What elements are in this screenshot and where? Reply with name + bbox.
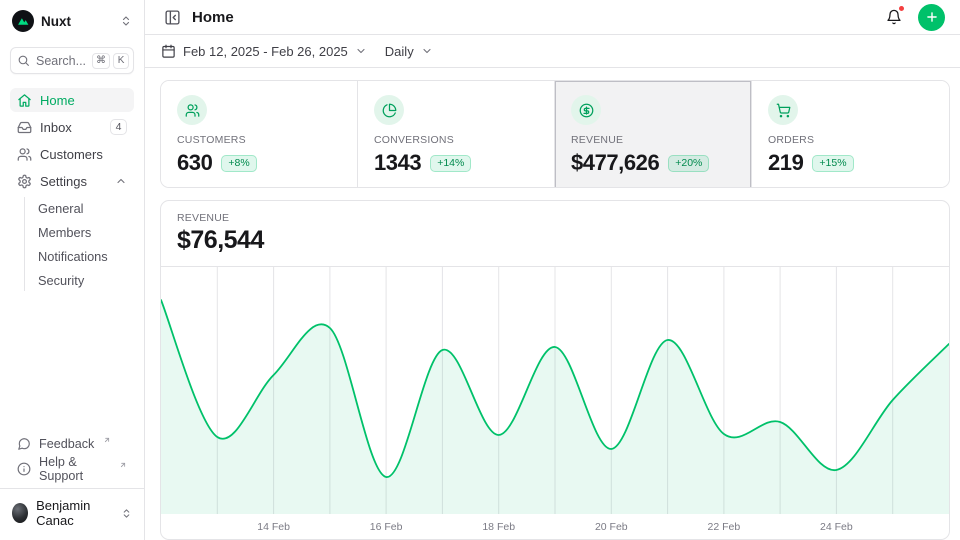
chart-header: REVENUE $76,544 — [161, 201, 949, 267]
dashboard-content: CUSTOMERS 630 +8% CONVERSIONS 1343 +14% — [145, 68, 960, 540]
sidebar-item-notifications[interactable]: Notifications — [25, 245, 134, 267]
search-icon — [17, 54, 30, 67]
stat-revenue[interactable]: REVENUE $477,626 +20% — [555, 81, 752, 188]
svg-text:18 Feb: 18 Feb — [482, 521, 515, 533]
svg-text:20 Feb: 20 Feb — [595, 521, 628, 533]
sidebar-item-label: Inbox — [40, 120, 72, 135]
stat-delta-badge: +20% — [668, 155, 709, 172]
svg-text:14 Feb: 14 Feb — [257, 521, 290, 533]
home-icon — [17, 93, 32, 108]
search-placeholder: Search... — [36, 54, 86, 68]
svg-text:16 Feb: 16 Feb — [370, 521, 403, 533]
date-range-label: Feb 12, 2025 - Feb 26, 2025 — [183, 44, 348, 59]
sidebar-item-general[interactable]: General — [25, 197, 134, 219]
chart-body: 14 Feb 16 Feb 18 Feb 20 Feb 22 Feb 24 Feb — [161, 267, 949, 539]
sidebar-item-label: Home — [40, 93, 75, 108]
sidebar-nav: Home Inbox 4 Customers Settings — [10, 88, 134, 291]
gear-icon — [17, 174, 32, 189]
stat-delta-badge: +14% — [430, 155, 471, 172]
page-title: Home — [192, 9, 234, 26]
sidebar-footer: Feedback Help & Support — [10, 433, 134, 488]
info-circle-icon — [17, 462, 31, 476]
chevron-up-icon — [115, 175, 127, 187]
calendar-icon — [161, 44, 176, 59]
stat-orders[interactable]: ORDERS 219 +15% — [752, 81, 949, 188]
stat-value: 630 — [177, 150, 212, 176]
panel-left-close-icon — [164, 9, 181, 26]
stat-label: CONVERSIONS — [374, 134, 538, 146]
chart-metric-value: $76,544 — [177, 226, 933, 255]
stat-label: ORDERS — [768, 134, 933, 146]
chevron-down-icon — [355, 45, 367, 57]
circle-dollar-icon — [571, 95, 601, 125]
stat-value: 1343 — [374, 150, 421, 176]
chat-bubble-icon — [17, 437, 31, 451]
sidebar-item-settings[interactable]: Settings — [10, 169, 134, 193]
period-label: Daily — [385, 44, 414, 59]
stat-value: 219 — [768, 150, 803, 176]
workspace-switcher[interactable]: Nuxt — [10, 0, 134, 42]
user-menu[interactable]: Benjamin Canac — [0, 488, 144, 540]
stat-conversions[interactable]: CONVERSIONS 1343 +14% — [358, 81, 555, 188]
kbd-k: K — [113, 53, 129, 69]
period-select[interactable]: Daily — [385, 44, 433, 59]
main-area: Home Feb 12, 2025 - Feb 26, 2025 — [145, 0, 960, 540]
sidebar: Nuxt Search... ⌘ K Home — [0, 0, 145, 540]
feedback-label: Feedback — [39, 437, 94, 451]
chart-pie-icon — [374, 95, 404, 125]
help-support-label: Help & Support — [39, 455, 110, 483]
add-button[interactable] — [918, 4, 945, 31]
external-link-icon — [103, 436, 111, 444]
stat-delta-badge: +15% — [812, 155, 853, 172]
sidebar-item-inbox[interactable]: Inbox 4 — [10, 115, 134, 139]
revenue-chart-card: REVENUE $76,544 14 Feb 16 Feb 18 Feb 20 Feb… — [160, 200, 950, 540]
stat-customers[interactable]: CUSTOMERS 630 +8% — [161, 81, 358, 188]
search-input[interactable]: Search... ⌘ K — [10, 47, 134, 74]
cart-icon — [768, 95, 798, 125]
sidebar-item-members[interactable]: Members — [25, 221, 134, 243]
kbd-meta: ⌘ — [92, 53, 110, 69]
inbox-icon — [17, 120, 32, 135]
date-range-picker[interactable]: Feb 12, 2025 - Feb 26, 2025 — [161, 44, 367, 59]
chevron-updown-icon — [121, 508, 132, 519]
nuxt-logo-icon — [12, 10, 34, 32]
notifications-button[interactable] — [882, 5, 906, 29]
sidebar-item-security[interactable]: Security — [25, 269, 134, 291]
workspace-name: Nuxt — [41, 14, 71, 29]
chevron-updown-icon — [120, 15, 132, 27]
revenue-chart[interactable]: 14 Feb 16 Feb 18 Feb 20 Feb 22 Feb 24 Feb — [161, 267, 949, 539]
inbox-count-badge: 4 — [110, 119, 127, 135]
user-name: Benjamin Canac — [36, 498, 113, 528]
external-link-icon — [119, 461, 127, 469]
chevron-down-icon — [421, 45, 433, 57]
notification-dot — [898, 5, 905, 12]
stat-delta-badge: +8% — [221, 155, 256, 172]
topbar: Home — [145, 0, 960, 35]
sidebar-item-label: Customers — [40, 147, 103, 162]
topbar-actions — [882, 4, 945, 31]
app-window: Nuxt Search... ⌘ K Home — [0, 0, 960, 540]
plus-icon — [925, 10, 939, 24]
chart-metric-label: REVENUE — [177, 212, 933, 224]
avatar — [12, 503, 28, 523]
settings-subnav: General Members Notifications Security — [24, 197, 134, 291]
sidebar-item-customers[interactable]: Customers — [10, 142, 134, 166]
search-kbd-group: ⌘ K — [92, 53, 129, 69]
help-support-link[interactable]: Help & Support — [10, 458, 134, 480]
filters-toolbar: Feb 12, 2025 - Feb 26, 2025 Daily — [145, 35, 960, 68]
collapse-sidebar-button[interactable] — [160, 5, 184, 29]
svg-text:22 Feb: 22 Feb — [708, 521, 741, 533]
svg-text:24 Feb: 24 Feb — [820, 521, 853, 533]
sidebar-item-label: Settings — [40, 174, 87, 189]
sidebar-item-home[interactable]: Home — [10, 88, 134, 112]
stats-row: CUSTOMERS 630 +8% CONVERSIONS 1343 +14% — [160, 80, 950, 188]
stat-value: $477,626 — [571, 150, 659, 176]
feedback-link[interactable]: Feedback — [10, 433, 134, 455]
stat-label: REVENUE — [571, 134, 735, 146]
stat-label: CUSTOMERS — [177, 134, 341, 146]
users-icon — [17, 147, 32, 162]
users-icon — [177, 95, 207, 125]
